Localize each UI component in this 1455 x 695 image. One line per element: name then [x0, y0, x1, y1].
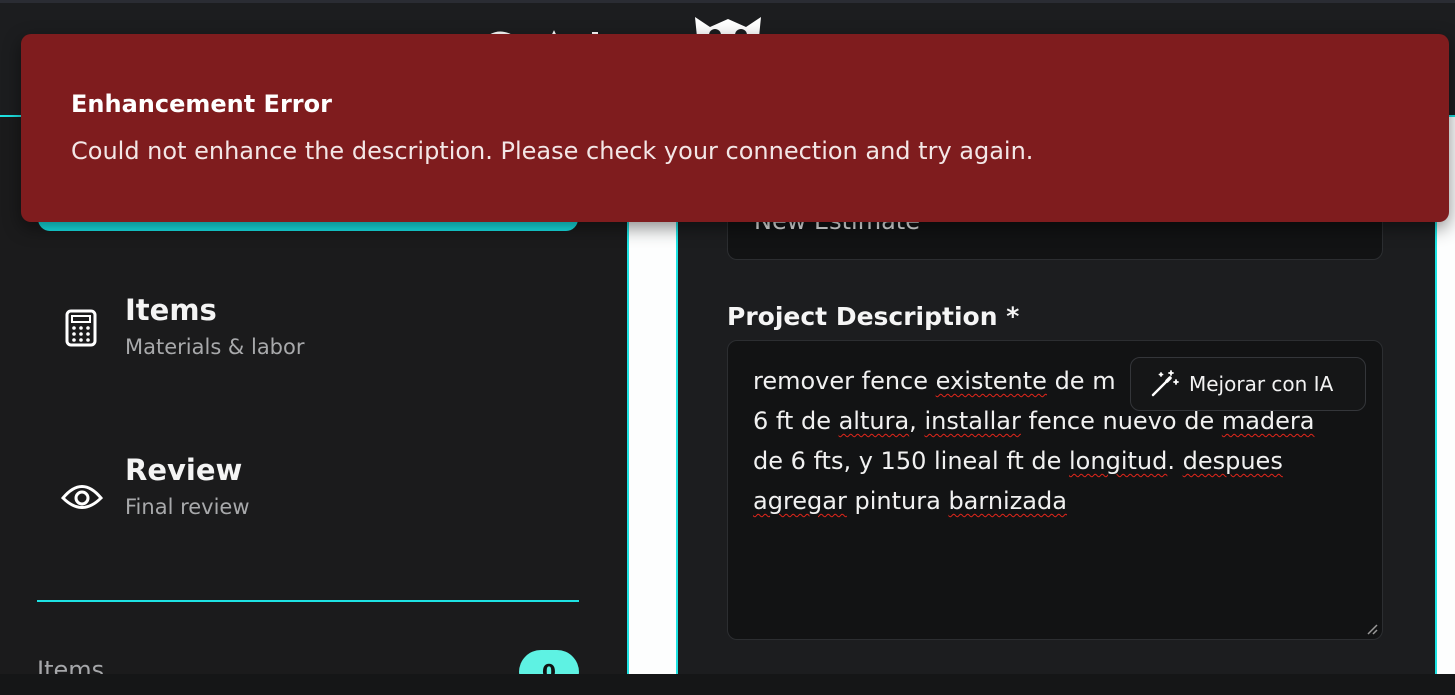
- error-toast[interactable]: Enhancement Error Could not enhance the …: [21, 34, 1449, 222]
- step-review[interactable]: Review Final review: [60, 453, 580, 535]
- misspelled-word: barnizada: [948, 487, 1067, 515]
- eye-icon: [60, 485, 104, 509]
- desc-part: ,: [909, 407, 925, 435]
- project-description-label: Project Description *: [727, 302, 1020, 331]
- toast-title: Enhancement Error: [71, 90, 332, 118]
- desc-part: .: [1167, 447, 1183, 475]
- misspelled-word: installar: [924, 407, 1021, 435]
- misspelled-word: longitud: [1069, 447, 1168, 475]
- desc-part: de m: [1046, 367, 1116, 395]
- desc-part: 6 ft de: [753, 407, 839, 435]
- step-subtitle: Final review: [125, 495, 250, 519]
- desc-part: de 6 fts, y 150 lineal ft de: [753, 447, 1070, 475]
- misspelled-word: existente: [935, 367, 1047, 395]
- step-title: Items: [125, 293, 217, 327]
- calculator-icon: [65, 309, 97, 347]
- misspelled-word: agregar: [753, 487, 847, 515]
- sidebar-divider: [37, 600, 579, 602]
- desc-part: pintura: [846, 487, 949, 515]
- misspelled-word: despues: [1182, 447, 1283, 475]
- resize-handle-icon[interactable]: [1366, 623, 1378, 635]
- step-title: Review: [125, 453, 243, 487]
- desc-part: remover fence: [753, 367, 936, 395]
- enhance-with-ai-button[interactable]: Mejorar con IA: [1130, 357, 1366, 411]
- misspelled-word: altura: [838, 407, 910, 435]
- desc-part: fence nuevo de: [1020, 407, 1222, 435]
- enhance-with-ai-label: Mejorar con IA: [1189, 372, 1334, 396]
- step-subtitle: Materials & labor: [125, 335, 305, 359]
- magic-wand-icon: [1151, 370, 1179, 397]
- step-items[interactable]: Items Materials & labor: [60, 293, 580, 375]
- misspelled-word: madera: [1221, 407, 1315, 435]
- bottom-bar: [0, 674, 1455, 695]
- toast-message: Could not enhance the description. Pleas…: [71, 137, 1034, 165]
